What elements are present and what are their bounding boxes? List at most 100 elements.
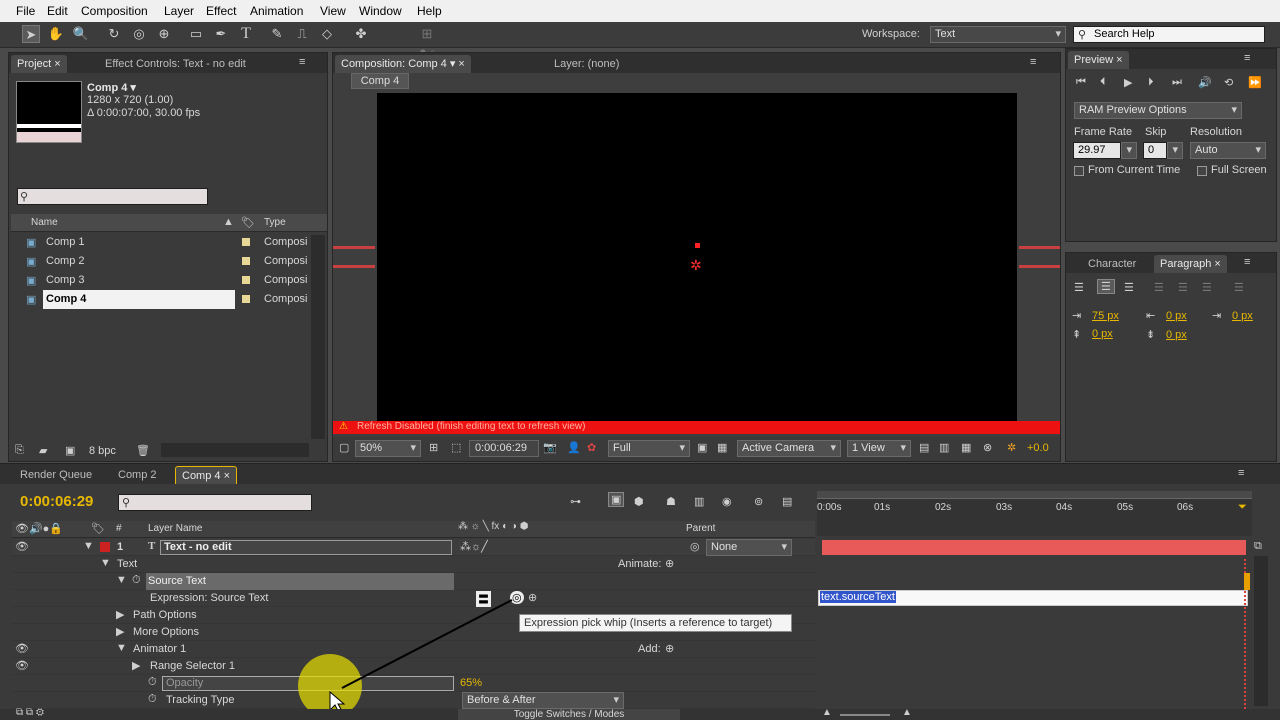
- last-frame-icon[interactable]: ⏭: [1172, 76, 1182, 89]
- comp-canvas[interactable]: ✲: [377, 93, 1017, 421]
- list-item[interactable]: ▣ Comp 2 Composi: [11, 252, 307, 271]
- align-center-icon[interactable]: ☰: [1097, 279, 1115, 294]
- camera-tool-icon[interactable]: ◎: [130, 25, 148, 43]
- label-color-swatch[interactable]: [242, 276, 250, 284]
- justify-last-right-icon[interactable]: ☰: [1202, 281, 1212, 294]
- magnification-dropdown[interactable]: 50%: [355, 440, 421, 457]
- zoom-out-icon[interactable]: ▲: [822, 707, 832, 718]
- region-of-interest-icon[interactable]: ▣: [697, 441, 707, 454]
- frame-rate-dropdown[interactable]: [1121, 142, 1137, 159]
- menu-file[interactable]: File: [16, 4, 35, 18]
- zoom-tool-icon[interactable]: 🔍: [72, 25, 90, 43]
- mask-visibility-icon[interactable]: ⬚: [451, 441, 461, 454]
- project-horizontal-scrollbar[interactable]: [161, 443, 309, 457]
- snapshot-icon[interactable]: 📷: [543, 441, 557, 454]
- menu-layer[interactable]: Layer: [164, 4, 194, 18]
- skip-field[interactable]: 0: [1143, 142, 1167, 159]
- eraser-tool-icon[interactable]: ◇: [318, 25, 336, 43]
- tab-effect-controls[interactable]: Effect Controls: Text - no edit: [99, 55, 252, 73]
- timeline-icon[interactable]: ▦: [961, 441, 971, 454]
- text-anchor-icon[interactable]: ✲: [690, 257, 702, 274]
- type-tool-icon[interactable]: T: [237, 25, 255, 43]
- menu-effect[interactable]: Effect: [206, 4, 236, 18]
- column-type[interactable]: Type: [264, 217, 286, 228]
- tab-layer[interactable]: Layer: (none): [548, 55, 625, 73]
- label-color-swatch[interactable]: [242, 238, 250, 246]
- flowchart-icon[interactable]: ⊗: [983, 441, 992, 454]
- grid-guides-icon[interactable]: ⊞: [429, 441, 438, 454]
- ram-preview-icon[interactable]: ⏩: [1248, 76, 1262, 89]
- exposure-value[interactable]: +0.0: [1027, 442, 1049, 454]
- project-search-input[interactable]: [17, 188, 208, 205]
- selection-tool-icon[interactable]: ➤: [22, 25, 40, 43]
- full-screen-checkbox[interactable]: [1197, 166, 1207, 176]
- anchor-point-handle[interactable]: [695, 243, 700, 248]
- search-help-field[interactable]: Search Help: [1073, 26, 1265, 43]
- pan-behind-tool-icon[interactable]: ⊕: [155, 25, 173, 43]
- panel-menu-icon[interactable]: ≡: [1244, 52, 1250, 64]
- interpret-footage-icon[interactable]: ⎘: [15, 444, 24, 457]
- resolution-dropdown[interactable]: Full: [608, 440, 690, 457]
- footer-toggle-icons[interactable]: ⧉ ⧉ ⚙: [16, 707, 44, 718]
- zoom-in-icon[interactable]: ▲: [902, 707, 912, 718]
- ram-preview-options-dropdown[interactable]: RAM Preview Options: [1074, 102, 1242, 119]
- toggle-pixel-aspect-icon[interactable]: ▤: [919, 441, 929, 454]
- brush-tool-icon[interactable]: ✎: [268, 25, 286, 43]
- new-folder-icon[interactable]: ▰: [39, 444, 47, 457]
- show-snapshot-icon[interactable]: 👤: [567, 441, 581, 454]
- panel-menu-icon[interactable]: ≡: [1030, 56, 1036, 68]
- rotate-tool-icon[interactable]: ↻: [105, 25, 123, 43]
- toggle-switches-modes-button[interactable]: Toggle Switches / Modes: [458, 709, 680, 720]
- fast-previews-icon[interactable]: ▥: [939, 441, 949, 454]
- menu-composition[interactable]: Composition: [81, 4, 148, 18]
- indent-right-value[interactable]: 0 px: [1232, 310, 1253, 322]
- resolution-dropdown[interactable]: Auto: [1190, 142, 1266, 159]
- justify-last-left-icon[interactable]: ☰: [1154, 281, 1164, 294]
- list-item[interactable]: ▣ Comp 1 Composi: [11, 233, 307, 252]
- space-before-value[interactable]: 0 px: [1092, 328, 1113, 340]
- panel-menu-icon[interactable]: ≡: [299, 56, 305, 68]
- justify-all-icon[interactable]: ☰: [1234, 281, 1244, 294]
- project-vertical-scrollbar[interactable]: [311, 235, 325, 439]
- tab-preview[interactable]: Preview ×: [1068, 51, 1129, 69]
- label-color-swatch[interactable]: [242, 295, 250, 303]
- list-item[interactable]: ▣ Comp 3 Composi: [11, 271, 307, 290]
- tab-composition[interactable]: Composition: Comp 4 ▾ ×: [335, 55, 471, 73]
- transparency-grid-icon[interactable]: ▦: [717, 441, 727, 454]
- next-frame-icon[interactable]: ⏵: [1148, 76, 1154, 89]
- tab-character[interactable]: Character: [1082, 255, 1142, 273]
- view-layout-dropdown[interactable]: 1 View: [847, 440, 911, 457]
- channel-icon[interactable]: ✿: [587, 441, 596, 454]
- menu-view[interactable]: View: [320, 4, 346, 18]
- pen-tool-icon[interactable]: ✒: [212, 25, 230, 43]
- hand-tool-icon[interactable]: ✋: [47, 25, 65, 43]
- play-icon[interactable]: ▶: [1124, 76, 1132, 89]
- trash-icon[interactable]: 🗑: [136, 444, 150, 457]
- align-left-icon[interactable]: ☰: [1074, 281, 1084, 294]
- first-frame-icon[interactable]: ⏮: [1076, 76, 1086, 89]
- puppet-pin-tool-icon[interactable]: ✤: [352, 25, 370, 43]
- menu-animation[interactable]: Animation: [250, 4, 303, 18]
- indent-first-line-value[interactable]: 0 px: [1166, 310, 1187, 322]
- align-right-icon[interactable]: ☰: [1124, 281, 1134, 294]
- sort-arrow-icon[interactable]: ▲: [223, 216, 234, 228]
- justify-last-center-icon[interactable]: ☰: [1178, 281, 1188, 294]
- new-composition-icon[interactable]: ▣: [65, 444, 75, 457]
- camera-view-dropdown[interactable]: Active Camera: [737, 440, 841, 457]
- menu-window[interactable]: Window: [359, 4, 402, 18]
- tab-paragraph[interactable]: Paragraph ×: [1154, 255, 1227, 273]
- loop-icon[interactable]: ⟲: [1224, 76, 1233, 89]
- indent-left-value[interactable]: 75 px: [1092, 310, 1119, 322]
- column-name[interactable]: Name: [31, 217, 58, 228]
- menu-help[interactable]: Help: [417, 4, 442, 18]
- label-tag-icon[interactable]: 🏷: [241, 216, 255, 229]
- frame-rate-field[interactable]: 29.97: [1073, 142, 1121, 159]
- tab-project[interactable]: Project ×: [11, 55, 67, 73]
- menu-edit[interactable]: Edit: [47, 4, 68, 18]
- rectangle-tool-icon[interactable]: ▭: [187, 25, 205, 43]
- bit-depth-button[interactable]: 8 bpc: [89, 445, 116, 457]
- previous-frame-icon[interactable]: ⏴: [1100, 76, 1106, 89]
- audio-icon[interactable]: 🔊: [1198, 76, 1212, 89]
- workspace-dropdown[interactable]: Text: [930, 26, 1066, 43]
- space-after-value[interactable]: 0 px: [1166, 329, 1187, 341]
